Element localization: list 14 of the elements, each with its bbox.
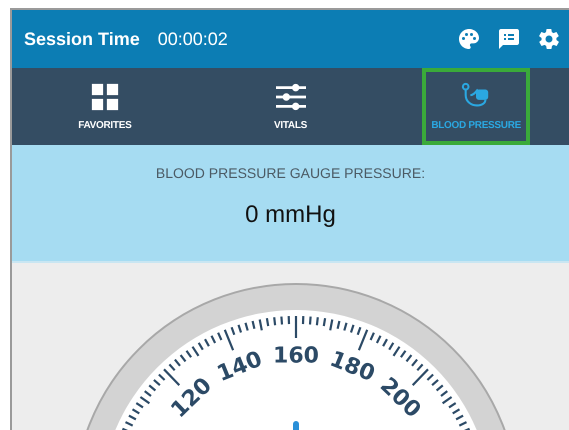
gauge-needle xyxy=(293,421,299,430)
notes-icon[interactable] xyxy=(497,27,521,51)
nav-tab[interactable]: FAVORITES xyxy=(50,68,159,145)
settings-icon[interactable] xyxy=(537,27,561,51)
pressure-reading: 0 mmHg xyxy=(245,201,336,229)
pressure-caption: BLOOD PRESSURE GAUGE PRESSURE: xyxy=(156,165,426,181)
session-label: Session Time xyxy=(24,28,140,50)
sliders-icon xyxy=(274,82,306,112)
gauge-label: 160 xyxy=(273,344,319,368)
gauge-label: 180 xyxy=(326,346,378,388)
nav-tab[interactable]: VITALS xyxy=(236,68,344,145)
gauge-label: 140 xyxy=(214,346,266,388)
palette-icon[interactable] xyxy=(457,27,481,51)
session-timer: 00:00:02 xyxy=(158,28,228,50)
